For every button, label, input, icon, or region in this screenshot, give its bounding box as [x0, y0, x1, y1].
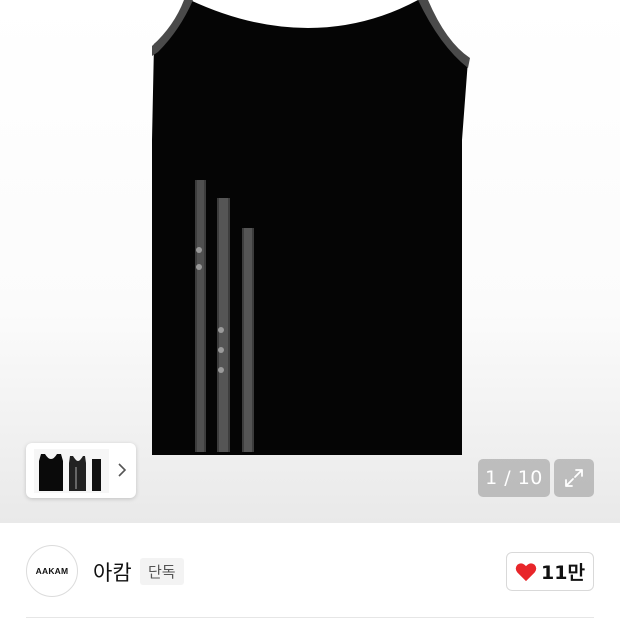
store-logo[interactable]: AAKAM — [26, 545, 78, 597]
expand-button[interactable] — [554, 459, 594, 497]
image-counter: 1 / 10 — [478, 459, 550, 497]
like-button[interactable]: 11만 — [506, 552, 594, 591]
divider — [26, 617, 594, 618]
thumbnail-strip[interactable] — [26, 443, 136, 498]
store-badge: 단독 — [140, 558, 184, 585]
store-info-bar: AAKAM 아캄 단독 11만 — [0, 523, 620, 620]
store-name[interactable]: 아캄 — [93, 557, 132, 587]
chevron-right-icon[interactable] — [116, 460, 128, 480]
expand-icon — [565, 469, 583, 487]
heart-icon — [515, 562, 537, 581]
product-gallery[interactable]: 1 / 10 — [0, 0, 620, 523]
thumbnail-images[interactable] — [34, 448, 109, 493]
like-count: 11만 — [541, 562, 585, 584]
